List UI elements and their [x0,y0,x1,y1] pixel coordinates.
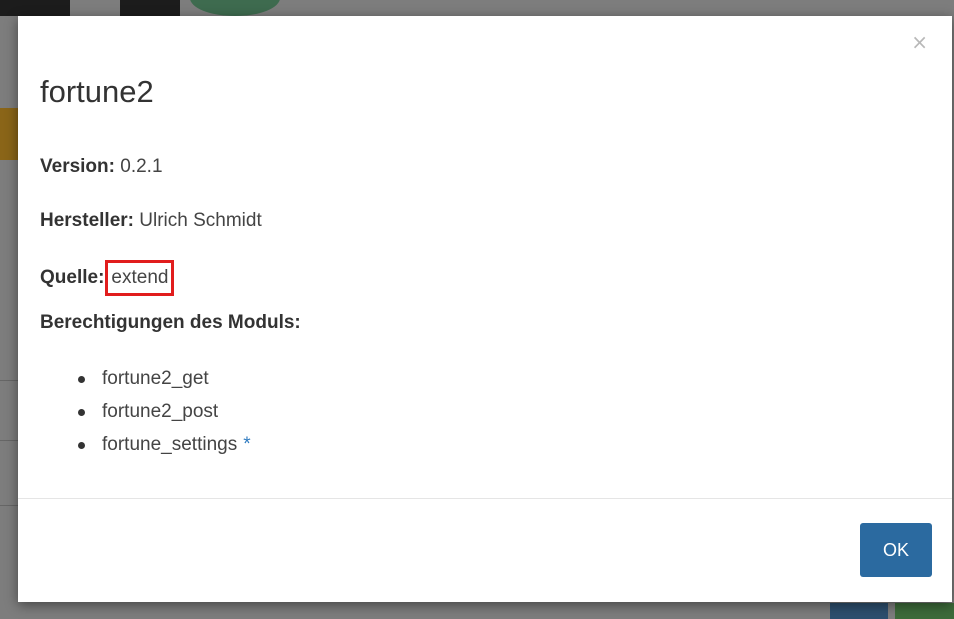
background-logo-fragment [0,0,70,16]
modal-title: fortune2 [40,74,154,109]
bullet-icon [78,376,85,383]
close-icon[interactable]: × [911,30,928,54]
permission-name: fortune_settings [102,434,238,455]
vendor-value: Ulrich Schmidt [139,210,262,231]
source-line: Quelle: extend [40,260,175,296]
background-divider [0,440,18,441]
bullet-icon [78,442,85,449]
ok-button[interactable]: OK [860,523,932,577]
bullet-icon [78,409,85,416]
background-button-fragment [830,603,888,619]
background-logo-fragment [120,0,180,16]
vendor-line: Hersteller: Ulrich Schmidt [40,210,262,232]
version-line: Version: 0.2.1 [40,156,163,178]
source-value-highlighted: extend [105,260,175,296]
background-divider [0,505,18,506]
vendor-label: Hersteller: [40,210,134,231]
permission-marker: * [243,434,251,455]
version-label: Version: [40,156,115,177]
module-info-modal: × fortune2 Version: 0.2.1 Hersteller: Ul… [18,16,952,602]
background-divider [0,380,18,381]
permissions-list: fortune2_get fortune2_post fortune_setti… [78,362,251,461]
permission-item: fortune2_post [78,395,251,428]
background-logo-emblem [190,0,280,16]
footer-divider [18,498,952,499]
background-button-fragment [895,603,954,619]
permission-item: fortune2_get [78,362,251,395]
version-value: 0.2.1 [120,156,163,177]
permission-name: fortune2_post [102,401,219,422]
background-banner-fragment [0,108,18,160]
source-label: Quelle: [40,267,105,288]
permission-name: fortune2_get [102,368,209,389]
permission-item: fortune_settings * [78,428,251,461]
permissions-heading: Berechtigungen des Moduls: [40,312,301,333]
